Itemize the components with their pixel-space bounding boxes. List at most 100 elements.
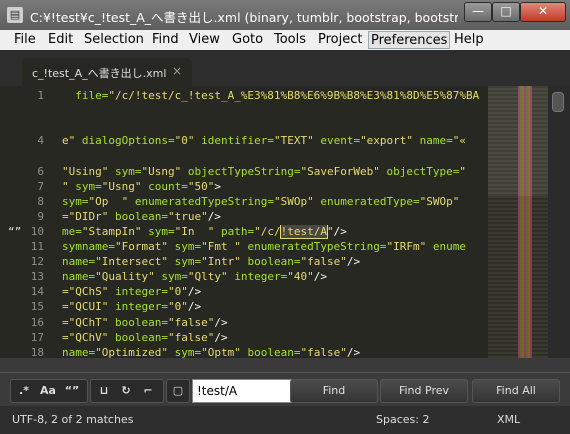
menu-file[interactable]: File	[12, 31, 38, 49]
gutter-row: 10 “”	[0, 225, 58, 240]
minimize-button[interactable]: —	[464, 2, 492, 22]
line-number: 8	[37, 194, 44, 208]
code-token: "	[459, 164, 467, 178]
gutter-row	[0, 104, 58, 119]
code-line[interactable]: file="/c/!test/c_!test_A_%E3%81%B8%E6%9B…	[62, 89, 490, 104]
menu-find[interactable]: Find	[150, 31, 181, 49]
gutter-row: 6	[0, 165, 58, 180]
code-line[interactable]: "Using" sym="Usng" objectTypeString="Sav…	[62, 165, 490, 180]
code-token: "Usng"	[101, 179, 142, 193]
line-number: 6	[37, 164, 44, 178]
find-panel: .* Aa “” ⊔ ↻ ⌐ ▢ Find Find Prev Find All	[0, 372, 570, 407]
find-all-button[interactable]: Find All	[472, 379, 560, 403]
code-token: "Usng"	[141, 164, 182, 178]
maximize-button[interactable]: □	[492, 2, 520, 22]
menu-edit[interactable]: Edit	[46, 31, 75, 49]
find-input[interactable]	[192, 379, 292, 403]
code-token: "SaveForWeb"	[300, 164, 380, 178]
case-toggle[interactable]: Aa	[38, 383, 58, 399]
minimap-viewport[interactable]	[488, 86, 548, 196]
code-token: "0"	[167, 300, 188, 314]
gutter-row: 17	[0, 331, 58, 346]
code-line[interactable]	[62, 104, 490, 119]
code-line[interactable]: ="QChS" integer="0"/>	[62, 285, 490, 300]
code-token: ="QChS"	[62, 285, 109, 299]
code-token: "Fmt "	[201, 240, 241, 253]
in-selection-icon[interactable]: ↻	[116, 383, 136, 399]
code-line[interactable]: symname="Format" sym="Fmt " enumeratedTy…	[62, 240, 490, 255]
find-options-group-2: ⊔ ↻ ⌐	[90, 379, 164, 403]
file-tab-label: c_!test_A_へ書き出し.xml	[32, 67, 167, 80]
code-line[interactable]	[62, 149, 490, 164]
close-tab-icon[interactable]: ×	[172, 64, 182, 78]
code-line[interactable]: name="Quality" sym="Qlty" integer="40"/>	[62, 270, 490, 285]
code-token: e"	[62, 134, 76, 148]
gutter-row: 12	[0, 255, 58, 270]
code-token: boolean=	[240, 345, 301, 358]
line-number: 4	[37, 134, 44, 148]
find-options-group-3: ▢	[166, 379, 190, 403]
code-line[interactable]: ="QChT" boolean="false"/>	[62, 316, 490, 331]
find-prev-button[interactable]: Find Prev	[380, 379, 468, 403]
code-line[interactable]: name="Intersect" sym="Intr" boolean="fal…	[62, 255, 490, 270]
status-indentation[interactable]: Spaces: 2	[376, 413, 429, 426]
code-line[interactable]: ="QCUI" integer="0"/>	[62, 300, 490, 315]
code-token: "/c/!test/c_!test_A_%E3%81%B8%E6%9B%B8%E…	[108, 89, 480, 102]
file-tab[interactable]: c_!test_A_へ書き出し.xml ×	[22, 58, 192, 86]
find-options-group: .* Aa “”	[10, 379, 88, 403]
code-token: integer=	[227, 270, 288, 284]
code-editor[interactable]: 1 4 6 7 8 9 10 “” 11 12 13 14 15 16 17 18 file="/c/!tes…	[0, 86, 570, 358]
code-token: "false"	[300, 345, 347, 358]
line-number: 10	[30, 224, 44, 238]
code-token: path=	[214, 224, 255, 238]
menu-selection[interactable]: Selection	[82, 31, 146, 49]
code-line[interactable]: e" dialogOptions="0" identifier="TEXT" e…	[62, 134, 490, 149]
menu-tools[interactable]: Tools	[272, 31, 308, 49]
title-bar: ▤ C:¥!test¥c_!test_A_へ書き出し.xml (binary, …	[0, 0, 570, 31]
status-syntax[interactable]: XML	[497, 413, 520, 426]
code-token: ="QCUI"	[62, 300, 109, 314]
find-button[interactable]: Find	[290, 379, 378, 403]
line-number: 14	[30, 285, 44, 299]
code-token: />	[214, 315, 228, 329]
code-line[interactable]: name="Optimized" sym="Optm" boolean="fal…	[62, 346, 490, 358]
line-number: 13	[30, 270, 44, 284]
gutter-row: 4	[0, 134, 58, 149]
menu-preferences[interactable]: Preferences	[368, 31, 451, 49]
highlight-matches-icon[interactable]: ⌐	[138, 383, 158, 399]
code-token: name=	[62, 255, 96, 269]
code-token: />	[313, 270, 327, 284]
search-match: !test/A	[279, 224, 328, 239]
whole-word-toggle[interactable]: “”	[62, 383, 82, 399]
code-token: "/c/	[254, 224, 281, 238]
code-line[interactable]: ="QChV" boolean="false"/>	[62, 331, 490, 346]
code-token: boolean=	[108, 209, 168, 223]
menu-project[interactable]: Project	[316, 31, 364, 49]
code-token: "export"	[360, 134, 414, 148]
window-title: C:¥!test¥c_!test_A_へ書き出し.xml (binary, tu…	[30, 10, 458, 25]
code-token: "	[62, 179, 69, 193]
scroll-thumb[interactable]	[552, 92, 564, 112]
vertical-scrollbar[interactable]	[548, 86, 570, 358]
menu-help[interactable]: Help	[452, 31, 486, 49]
wrap-icon[interactable]: ⊔	[94, 383, 114, 399]
menu-goto[interactable]: Goto	[230, 31, 265, 49]
code-line[interactable]	[62, 119, 490, 134]
code-token: sym=	[141, 224, 175, 238]
minimap[interactable]	[488, 86, 548, 358]
regex-toggle[interactable]: .*	[14, 383, 34, 399]
code-token: "In "	[174, 224, 215, 238]
gutter-row	[0, 119, 58, 134]
code-line[interactable]: sym="Op " enumeratedTypeString="SWOp" en…	[62, 195, 490, 210]
show-context-icon[interactable]: ▢	[168, 383, 188, 399]
line-number: 12	[30, 255, 44, 269]
code-token: name=	[62, 345, 96, 358]
code-token: symname=	[62, 240, 115, 253]
close-button[interactable]: ✕	[520, 2, 566, 22]
code-token: "StampIn"	[81, 224, 142, 238]
code-line[interactable]: " sym="Usng" count="50">	[62, 180, 490, 195]
code-line[interactable]: me="StampIn" sym="In " path="/c/!test/A"…	[62, 224, 490, 240]
menu-view[interactable]: View	[187, 31, 222, 49]
code-line[interactable]: ="DIDr" boolean="true"/>	[62, 210, 490, 225]
code-token: >	[214, 179, 221, 193]
